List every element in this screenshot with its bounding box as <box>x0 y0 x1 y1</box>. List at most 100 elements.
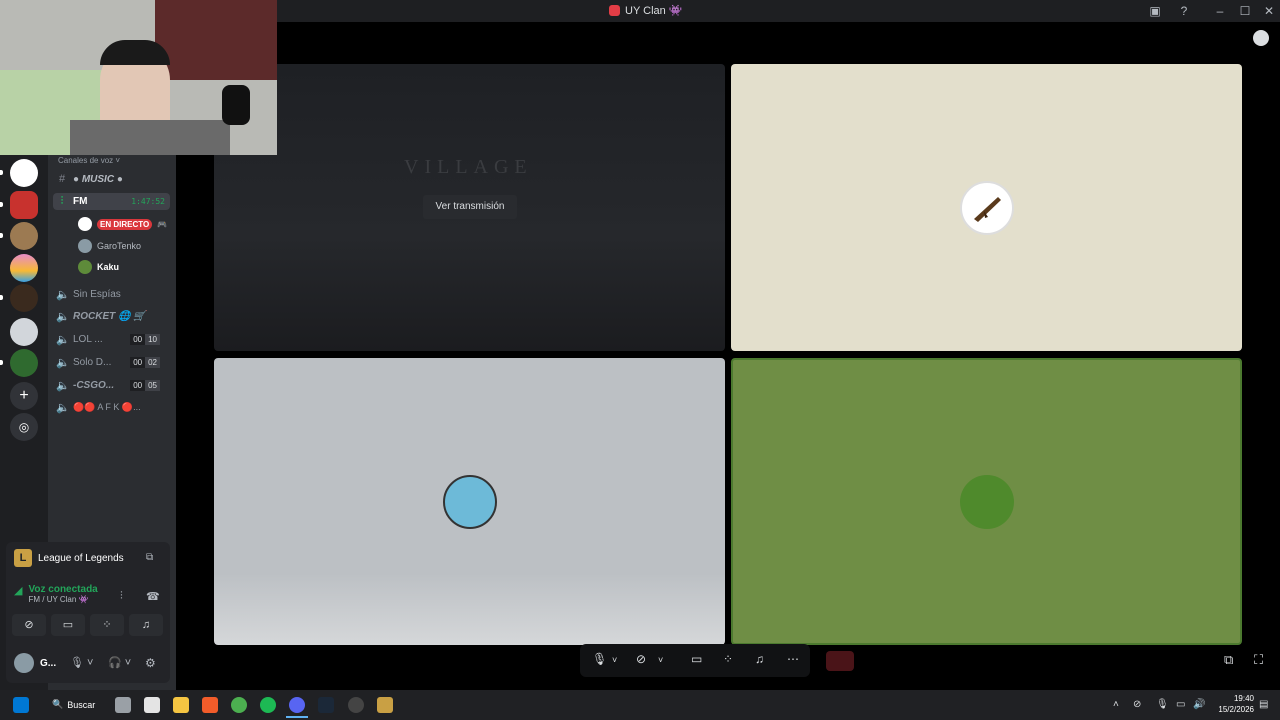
participant-tile[interactable] <box>731 64 1242 351</box>
live-badge: EN DIRECTO <box>97 218 153 230</box>
network-icon[interactable]: ⊘ <box>1133 699 1141 710</box>
rifle-icon <box>973 196 1001 222</box>
steam-icon[interactable] <box>318 697 334 713</box>
channel-sin-espias[interactable]: 🔈 Sin Espías <box>56 288 121 301</box>
headphones-icon[interactable]: 🎧 ˅ <box>108 656 131 669</box>
channel-timer: 1:47:52 <box>131 197 165 206</box>
microphone-icon[interactable]: 🎙 <box>1156 699 1169 710</box>
stream-icon: 🎮 <box>157 219 168 229</box>
channel-csgo[interactable]: 🔈 -CSGO... 00 05 <box>56 379 172 392</box>
avatar <box>14 653 34 673</box>
activities-button[interactable]: ⁘ <box>90 614 124 636</box>
server-icon[interactable] <box>10 191 38 219</box>
channel-music[interactable]: # ● MUSIC ● <box>56 173 123 185</box>
popout-icon[interactable]: ⧉ <box>1224 652 1233 668</box>
help-icon[interactable]: ? <box>1176 3 1192 19</box>
voice-user[interactable]: GaroTenko <box>78 239 141 253</box>
chevron-down-icon[interactable]: ˅ <box>612 655 617 665</box>
discord-icon[interactable] <box>289 697 305 713</box>
camera-off-button[interactable]: ⊘ <box>12 614 46 636</box>
microphone <box>222 85 250 125</box>
noise-suppression-icon[interactable]: ⫶ <box>120 590 123 603</box>
stream-tile[interactable]: VILLAGE Ver transmisión <box>214 64 725 351</box>
task-view-icon[interactable] <box>115 697 131 713</box>
server-icon[interactable] <box>10 159 38 187</box>
discover-icon[interactable]: ◎ <box>10 413 38 441</box>
maximize-button[interactable]: ☐ <box>1237 3 1253 19</box>
notifications-icon[interactable]: ▤ <box>1259 699 1268 710</box>
voice-channels-header[interactable]: Canales de voz ˅ <box>58 156 120 165</box>
file-explorer-icon[interactable] <box>173 697 189 713</box>
soundboard-button[interactable]: ♫ <box>129 614 163 636</box>
text-channel-icon: # <box>58 173 66 185</box>
chat-icon[interactable] <box>1253 30 1269 46</box>
app-icon[interactable] <box>202 697 218 713</box>
server-icon[interactable] <box>10 318 38 346</box>
channel-rocket[interactable]: 🔈 ROCKET 🌐 🛒 <box>56 310 146 323</box>
speaker-icon: 🔈 <box>56 289 70 301</box>
microphone-icon[interactable]: 🎙 <box>592 652 607 666</box>
app-icon[interactable] <box>348 697 364 713</box>
minimize-button[interactable]: – <box>1212 3 1228 19</box>
participant-tile[interactable] <box>214 358 725 645</box>
chevron-up-icon[interactable]: ˄ <box>1113 699 1119 710</box>
channel-fm[interactable]: ⫶ FM 1:47:52 <box>53 193 170 210</box>
server-icon[interactable] <box>10 284 38 312</box>
screen-share-icon[interactable]: ▣ <box>1147 3 1163 19</box>
server-icon[interactable] <box>10 222 38 250</box>
volume-icon[interactable]: 🔊 <box>1193 699 1205 710</box>
search-box[interactable]: 🔍 Buscar <box>52 699 95 710</box>
fullscreen-icon[interactable]: ⛶ <box>1254 652 1263 668</box>
jerseys <box>155 0 277 80</box>
active-app-indicator <box>286 716 308 718</box>
share-screen-button[interactable]: ▭ <box>51 614 85 636</box>
user-count: 00 10 <box>130 334 160 345</box>
unread-indicator <box>0 295 3 300</box>
clock[interactable]: 19:40 15/2/2026 <box>1209 693 1254 715</box>
search-icon: 🔍 <box>52 699 64 709</box>
voice-connection[interactable]: ◢ Voz conectada FM / UY Clan 👾 <box>14 584 98 604</box>
channel-afk[interactable]: 🔈 🔴🔴 A F K 🔴... <box>56 401 141 414</box>
more-options-icon[interactable]: ⋯ <box>787 652 799 666</box>
window-title: UY Clan 👾 <box>609 4 683 17</box>
soundboard-icon[interactable]: ♫ <box>755 652 764 666</box>
disconnect-call-button[interactable] <box>826 651 854 671</box>
settings-gear-icon[interactable]: ⚙ <box>145 656 156 670</box>
share-screen-icon[interactable]: ▭ <box>691 652 702 666</box>
avatar <box>959 180 1014 235</box>
activities-icon[interactable]: ⁘ <box>723 652 733 666</box>
chevron-down-icon[interactable]: ˅ <box>658 655 663 665</box>
webcam-overlay <box>0 0 277 155</box>
server-icon[interactable] <box>10 254 38 282</box>
server-icon[interactable] <box>10 349 38 377</box>
league-of-legends-icon[interactable] <box>377 697 393 713</box>
close-button[interactable]: ✕ <box>1261 3 1277 19</box>
speaker-icon: 🔈 <box>56 357 70 369</box>
add-server-icon[interactable]: + <box>10 382 38 410</box>
voice-user[interactable]: Kaku <box>78 260 119 274</box>
channel-solo[interactable]: 🔈 Solo D... 00 02 <box>56 356 172 369</box>
microphone-icon[interactable]: 🎙 ˅ <box>70 656 93 669</box>
spotify-icon[interactable] <box>260 697 276 713</box>
voice-user-live[interactable]: EN DIRECTO 🎮 <box>78 217 167 231</box>
wifi-icon[interactable]: ▭ <box>1176 699 1185 710</box>
avatar <box>78 260 92 274</box>
chrome-icon[interactable] <box>231 697 247 713</box>
speaker-icon: 🔈 <box>56 380 70 392</box>
avatar <box>78 217 92 231</box>
windows-start-icon[interactable] <box>13 697 29 713</box>
camera-off-icon[interactable]: ⊘ <box>636 652 646 666</box>
stream-title: VILLAGE <box>404 156 533 178</box>
store-icon[interactable] <box>144 697 160 713</box>
discord-app-icon <box>609 5 620 16</box>
watch-stream-button[interactable]: Ver transmisión <box>423 195 517 219</box>
participant-tile[interactable] <box>731 358 1242 645</box>
signal-icon: ◢ <box>14 585 23 597</box>
game-activity[interactable]: L League of Legends <box>14 549 124 567</box>
channel-lol[interactable]: 🔈 LOL ... 00 10 <box>56 333 172 346</box>
activity-share-icon[interactable]: ⧉ <box>146 552 153 563</box>
call-controls: 🎙 ˅ ⊘ ˅ ▭ ⁘ ♫ ⋯ <box>580 644 810 677</box>
disconnect-icon[interactable]: ☎ <box>146 590 160 603</box>
user-panel[interactable]: G... <box>14 653 56 673</box>
user-count: 00 05 <box>130 380 160 391</box>
